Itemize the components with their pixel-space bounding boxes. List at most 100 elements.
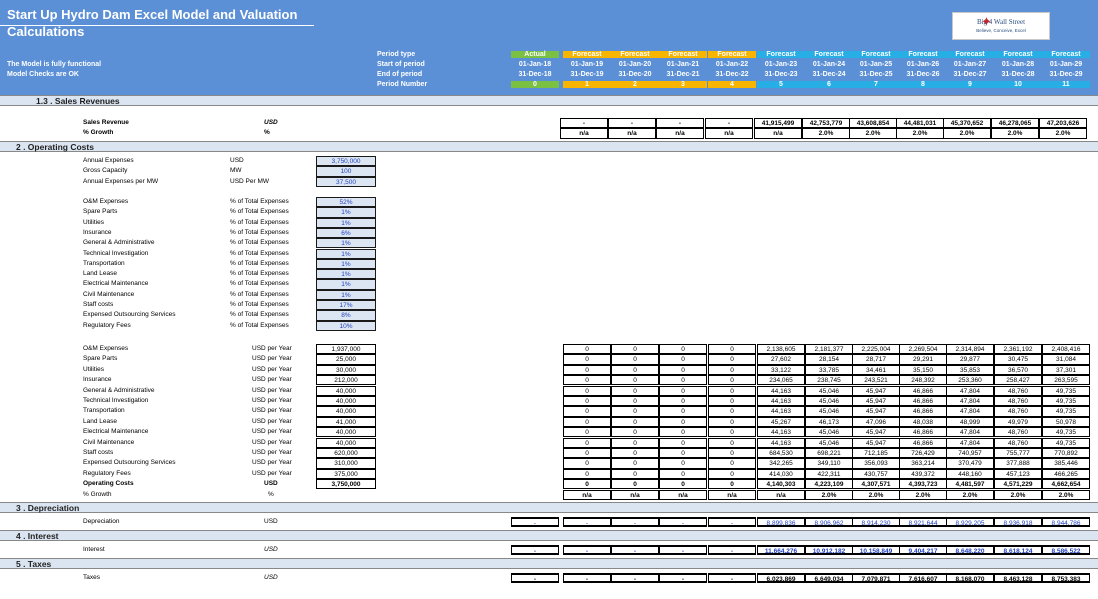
cost-cell[interactable]: 0 bbox=[611, 458, 659, 469]
assumption-input[interactable]: 3,750,000 bbox=[316, 156, 376, 167]
depreciation-cell[interactable]: 8,936,918 bbox=[994, 517, 1042, 528]
cost-base[interactable]: 40,000 bbox=[316, 385, 376, 396]
pct-input[interactable]: 1% bbox=[316, 217, 376, 228]
cost-cell[interactable]: 243,521 bbox=[852, 375, 900, 386]
taxes-cell[interactable]: - bbox=[708, 573, 756, 584]
revenue-cell[interactable]: - bbox=[656, 118, 704, 129]
cost-cell[interactable]: 0 bbox=[611, 468, 659, 480]
revenue-cell[interactable]: 2.0% bbox=[1039, 128, 1087, 139]
cost-cell[interactable]: 49,979 bbox=[994, 416, 1042, 428]
cost-cell[interactable]: 49,735 bbox=[1042, 427, 1090, 438]
cost-cell[interactable]: 0 bbox=[659, 427, 707, 438]
cost-cell[interactable]: 385,446 bbox=[1042, 458, 1090, 469]
cost-cell[interactable]: 48,999 bbox=[946, 416, 994, 428]
taxes-cell[interactable]: - bbox=[659, 573, 707, 584]
assumption-input[interactable]: 100 bbox=[316, 166, 376, 177]
taxes-cell[interactable]: 7,079,871 bbox=[852, 573, 900, 584]
taxes-cell[interactable]: - bbox=[511, 573, 559, 584]
interest-cell[interactable]: 10,912,182 bbox=[805, 545, 853, 556]
cost-cell[interactable]: 0 bbox=[563, 396, 611, 407]
cost-cell[interactable]: 248,392 bbox=[899, 375, 947, 386]
cost-cell[interactable]: 0 bbox=[708, 354, 756, 365]
cost-cell[interactable]: 2,138,605 bbox=[757, 344, 805, 355]
cost-cell[interactable]: 0 bbox=[611, 448, 659, 459]
depreciation-cell[interactable]: 8,899,836 bbox=[757, 517, 805, 528]
cost-cell[interactable]: 0 bbox=[611, 364, 659, 376]
cost-cell[interactable]: 2,361,192 bbox=[994, 344, 1042, 355]
opex-growth-cell[interactable]: n/a bbox=[757, 489, 805, 500]
revenue-cell[interactable]: 2.0% bbox=[802, 128, 850, 139]
opex-total-cell[interactable]: 4,481,597 bbox=[946, 479, 994, 490]
cost-cell[interactable]: 44,163 bbox=[757, 396, 805, 407]
cost-cell[interactable]: 0 bbox=[708, 448, 756, 459]
revenue-cell[interactable]: 43,608,854 bbox=[849, 118, 897, 129]
assumption-input[interactable]: 37,500 bbox=[316, 176, 376, 187]
cost-cell[interactable]: 2,181,377 bbox=[805, 344, 853, 355]
revenue-cell[interactable]: 47,203,626 bbox=[1039, 118, 1087, 129]
revenue-cell[interactable]: 2.0% bbox=[849, 128, 897, 139]
cost-base[interactable]: 1,937,000 bbox=[316, 344, 376, 355]
taxes-cell[interactable]: - bbox=[563, 573, 611, 584]
pct-input[interactable]: 1% bbox=[316, 248, 376, 259]
revenue-cell[interactable]: - bbox=[608, 118, 656, 129]
cost-cell[interactable]: 258,427 bbox=[994, 375, 1042, 386]
opex-total-cell[interactable]: 4,662,654 bbox=[1042, 479, 1090, 490]
cost-cell[interactable]: 31,084 bbox=[1042, 354, 1090, 365]
cost-cell[interactable]: 49,735 bbox=[1042, 437, 1090, 448]
opex-total-cell[interactable]: 0 bbox=[659, 479, 707, 490]
cost-cell[interactable]: 49,735 bbox=[1042, 396, 1090, 407]
cost-cell[interactable]: 46,866 bbox=[899, 427, 947, 438]
cost-cell[interactable]: 48,038 bbox=[899, 416, 947, 428]
revenue-cell[interactable]: n/a bbox=[560, 128, 608, 139]
cost-cell[interactable]: 0 bbox=[563, 437, 611, 448]
cost-cell[interactable]: 2,408,416 bbox=[1042, 344, 1090, 355]
cost-cell[interactable]: 349,110 bbox=[805, 458, 853, 469]
opex-total-cell[interactable]: 0 bbox=[563, 479, 611, 490]
cost-cell[interactable]: 29,877 bbox=[946, 354, 994, 365]
pct-input[interactable]: 1% bbox=[316, 207, 376, 218]
cost-cell[interactable]: 0 bbox=[611, 385, 659, 396]
cost-cell[interactable]: 684,530 bbox=[757, 448, 805, 459]
revenue-cell[interactable]: - bbox=[560, 118, 608, 129]
cost-cell[interactable]: 46,173 bbox=[805, 416, 853, 428]
cost-cell[interactable]: 0 bbox=[708, 364, 756, 376]
pct-input[interactable]: 8% bbox=[316, 310, 376, 321]
interest-cell[interactable]: 8,618,124 bbox=[994, 545, 1042, 556]
cost-cell[interactable]: 48,760 bbox=[994, 427, 1042, 438]
cost-cell[interactable]: 35,853 bbox=[946, 364, 994, 376]
cost-cell[interactable]: 0 bbox=[611, 396, 659, 407]
interest-cell[interactable]: 10,158,849 bbox=[852, 545, 900, 556]
taxes-cell[interactable]: 7,616,607 bbox=[899, 573, 947, 584]
revenue-cell[interactable]: - bbox=[705, 118, 753, 129]
cost-cell[interactable]: 37,301 bbox=[1042, 364, 1090, 376]
cost-cell[interactable]: 45,947 bbox=[852, 437, 900, 448]
cost-cell[interactable]: 0 bbox=[708, 468, 756, 480]
opex-total-cell[interactable]: 4,393,723 bbox=[899, 479, 947, 490]
interest-cell[interactable]: - bbox=[708, 545, 756, 556]
cost-cell[interactable]: 363,214 bbox=[899, 458, 947, 469]
cost-cell[interactable]: 33,785 bbox=[805, 364, 853, 376]
cost-cell[interactable]: 422,311 bbox=[805, 468, 853, 480]
taxes-cell[interactable]: 6,023,869 bbox=[757, 573, 805, 584]
depreciation-cell[interactable]: 8,914,230 bbox=[852, 517, 900, 528]
pct-input[interactable]: 10% bbox=[316, 320, 376, 331]
pct-input[interactable]: 1% bbox=[316, 279, 376, 290]
interest-cell[interactable]: - bbox=[511, 545, 559, 556]
taxes-cell[interactable]: 8,168,070 bbox=[946, 573, 994, 584]
interest-cell[interactable]: - bbox=[659, 545, 707, 556]
cost-cell[interactable]: 47,804 bbox=[946, 396, 994, 407]
revenue-cell[interactable]: 45,370,652 bbox=[943, 118, 991, 129]
cost-cell[interactable]: 0 bbox=[659, 437, 707, 448]
cost-cell[interactable]: 370,479 bbox=[946, 458, 994, 469]
cost-cell[interactable]: 36,570 bbox=[994, 364, 1042, 376]
opex-growth-cell[interactable]: 2.0% bbox=[1042, 489, 1090, 500]
cost-cell[interactable]: 45,267 bbox=[757, 416, 805, 428]
cost-base[interactable]: 212,000 bbox=[316, 375, 376, 386]
cost-cell[interactable]: 29,291 bbox=[899, 354, 947, 365]
cost-cell[interactable]: 0 bbox=[563, 416, 611, 428]
cost-cell[interactable]: 0 bbox=[659, 344, 707, 355]
pct-input[interactable]: 1% bbox=[316, 238, 376, 249]
cost-cell[interactable]: 49,735 bbox=[1042, 406, 1090, 417]
pct-input[interactable]: 6% bbox=[316, 227, 376, 239]
opex-growth-cell[interactable]: 2.0% bbox=[805, 489, 853, 500]
